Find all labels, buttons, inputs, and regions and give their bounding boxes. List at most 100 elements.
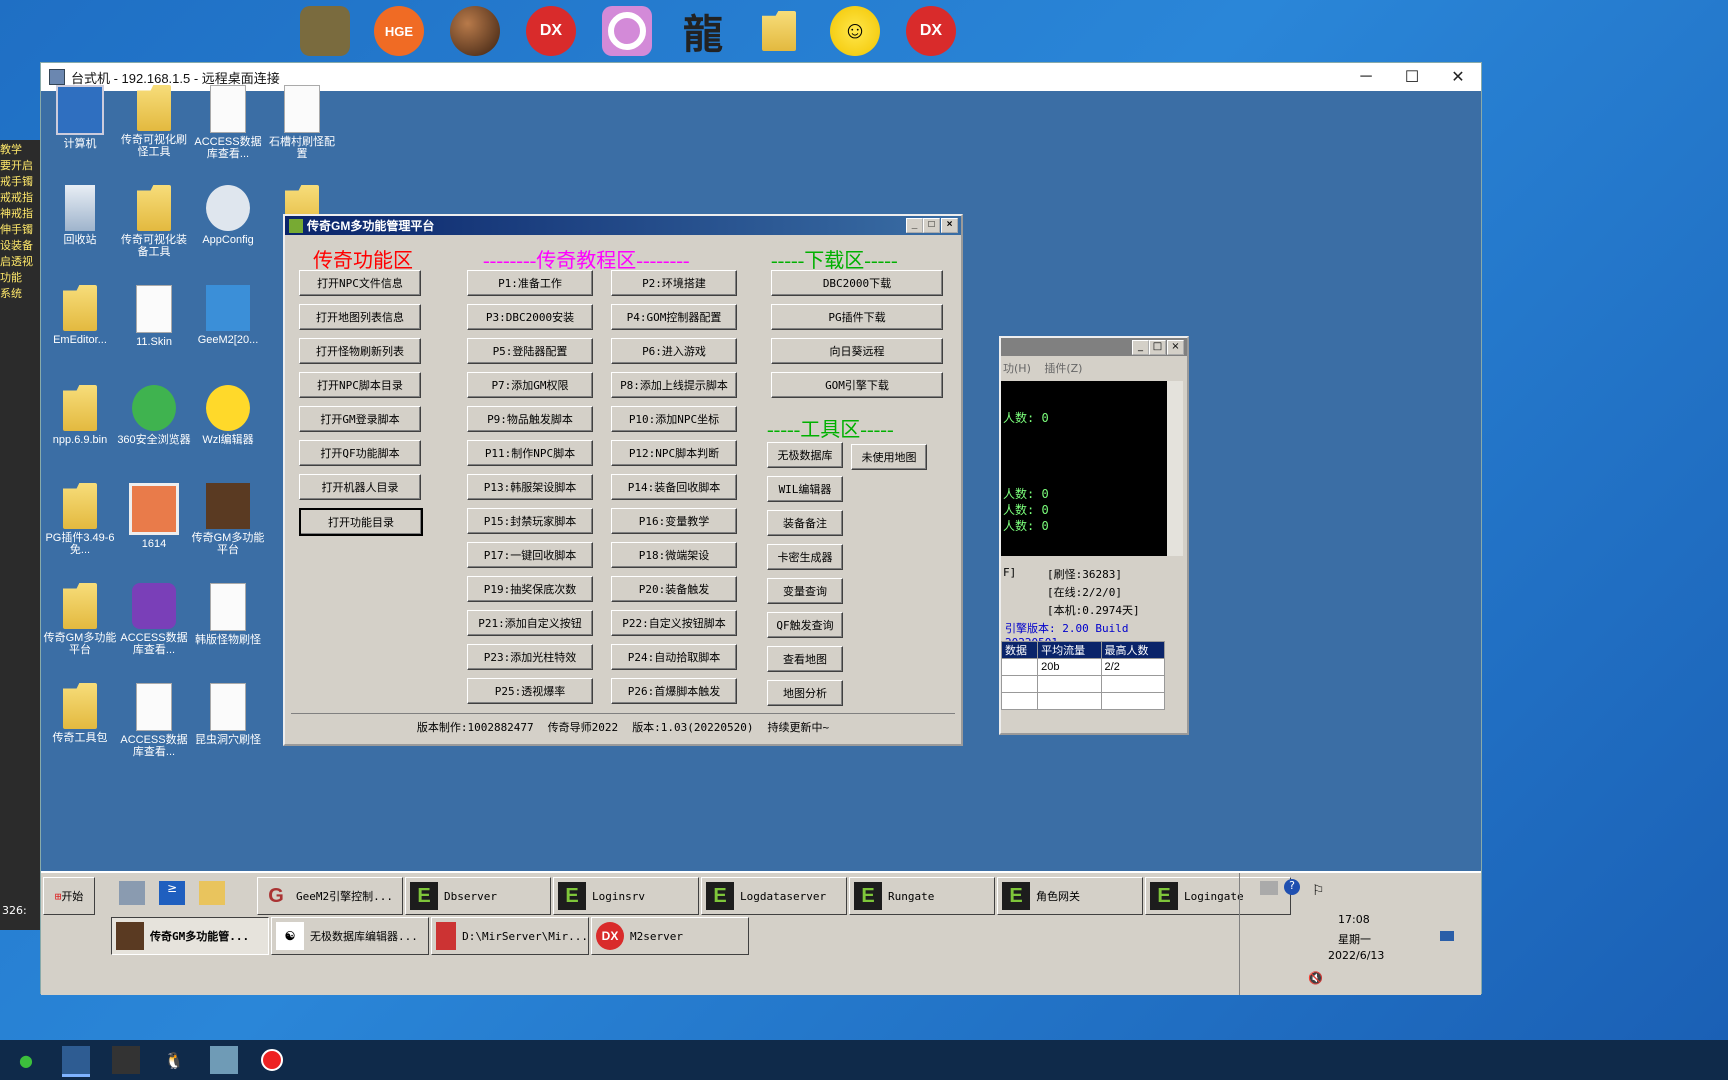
taskbar-item[interactable]: E Loginsrv [553, 877, 699, 915]
desktop-icon[interactable]: 韩版怪物刷怪 [191, 583, 265, 646]
tutorial-button[interactable]: P23:添加光柱特效 [467, 644, 593, 670]
game-menu-line[interactable]: 设装备 [0, 238, 40, 254]
tutorial-button[interactable]: P19:抽奖保底次数 [467, 576, 593, 602]
m2-maximize-button[interactable]: □ [1149, 340, 1166, 355]
tutorial-button[interactable]: P15:封禁玩家脚本 [467, 508, 593, 534]
desktop-icon[interactable]: ACCESS数据库查看... [117, 683, 191, 758]
tutorial-button[interactable]: P10:添加NPC坐标 [611, 406, 737, 432]
tool-button[interactable]: 未使用地图 [851, 444, 927, 470]
taskbar-item[interactable]: ☯ 无极数据库编辑器... [271, 917, 429, 955]
record-icon[interactable] [258, 1046, 286, 1074]
func-button[interactable]: 打开地图列表信息 [299, 304, 421, 330]
flag-icon[interactable]: ⚐ [1312, 883, 1325, 899]
download-button[interactable]: DBC2000下载 [771, 270, 943, 296]
game-menu-line[interactable]: 启透视 [0, 254, 40, 270]
game-menu-line[interactable]: 戒手镯 [0, 174, 40, 190]
tutorial-button[interactable]: P26:首爆脚本触发 [611, 678, 737, 704]
tool-button[interactable]: 装备备注 [767, 510, 843, 536]
tool-button[interactable]: 卡密生成器 [767, 544, 843, 570]
tutorial-button[interactable]: P9:物品触发脚本 [467, 406, 593, 432]
func-button[interactable]: 打开功能目录 [299, 508, 423, 536]
taskbar-item[interactable]: G GeeM2引擎控制... [257, 877, 403, 915]
dx-icon[interactable]: DX [526, 6, 576, 56]
desktop-icon[interactable]: 360安全浏览器 [117, 385, 191, 446]
desktop-icon[interactable]: 传奇GM多功能平台 [43, 583, 117, 656]
desktop-icon[interactable]: 11.Skin [117, 285, 191, 348]
folder-icon[interactable] [754, 6, 804, 56]
notes-icon[interactable] [210, 1046, 238, 1074]
tool-button[interactable]: WIL编辑器 [767, 476, 843, 502]
tool-button[interactable]: 地图分析 [767, 680, 843, 706]
tutorial-button[interactable]: P20:装备触发 [611, 576, 737, 602]
desktop-icon[interactable]: ACCESS数据库查看... [191, 85, 265, 160]
desktop-icon[interactable]: 计算机 [43, 85, 117, 150]
ring-icon[interactable] [602, 6, 652, 56]
tutorial-button[interactable]: P22:自定义按钮脚本 [611, 610, 737, 636]
tool-button[interactable]: QF触发查询 [767, 612, 843, 638]
game-menu-line[interactable]: 戒戒指 [0, 190, 40, 206]
desktop-icon[interactable]: 1614 [117, 483, 191, 550]
game-menu-line[interactable]: 神戒指 [0, 206, 40, 222]
m2-minimize-button[interactable]: _ [1132, 340, 1149, 355]
volume-muted-icon[interactable]: 🔇 [1308, 971, 1323, 985]
tutorial-button[interactable]: P3:DBC2000安装 [467, 304, 593, 330]
desktop-icon[interactable]: 传奇可视化刷怪工具 [117, 85, 191, 158]
desktop-icon[interactable]: PG插件3.49-6免... [43, 483, 117, 556]
desktop-icon[interactable]: ACCESS数据库查看... [117, 583, 191, 656]
func-button[interactable]: 打开机器人目录 [299, 474, 421, 500]
gm-titlebar[interactable]: 传奇GM多功能管理平台 _ □ × [285, 216, 961, 235]
game-menu-line[interactable]: 功能 [0, 270, 40, 286]
taskbar-item[interactable]: E Dbserver [405, 877, 551, 915]
quicklaunch-computer-icon[interactable] [119, 881, 145, 905]
printer-icon[interactable] [1260, 881, 1278, 895]
qq-icon[interactable]: 🐧 [160, 1046, 188, 1074]
desktop-icon[interactable]: Wzl编辑器 [191, 385, 265, 446]
tutorial-button[interactable]: P24:自动拾取脚本 [611, 644, 737, 670]
taskbar-item[interactable]: 传奇GM多功能管... [111, 917, 269, 955]
download-button[interactable]: 向日葵远程 [771, 338, 943, 364]
tool-button[interactable]: 无极数据库 [767, 442, 843, 468]
network-icon[interactable] [1440, 931, 1454, 941]
desktop-icon[interactable]: EmEditor... [43, 285, 117, 346]
smiley-icon[interactable]: ☺ [830, 6, 880, 56]
game-menu-line[interactable]: 教学 [0, 142, 40, 158]
tool-button[interactable]: 变量查询 [767, 578, 843, 604]
hge-icon[interactable]: HGE [374, 6, 424, 56]
tutorial-button[interactable]: P18:微端架设 [611, 542, 737, 568]
tutorial-button[interactable]: P17:一键回收脚本 [467, 542, 593, 568]
quicklaunch-explorer-icon[interactable] [199, 881, 225, 905]
m2-titlebar[interactable]: _ □ × [1001, 338, 1187, 356]
menu-item[interactable]: 功(H) [1003, 362, 1031, 375]
gm-minimize-button[interactable]: _ [906, 218, 923, 233]
download-button[interactable]: GOM引擎下载 [771, 372, 943, 398]
desktop-icon[interactable]: 传奇GM多功能平台 [191, 483, 265, 556]
taskbar-item[interactable]: E 角色网关 [997, 877, 1143, 915]
dragon-icon[interactable]: 龍 [678, 6, 728, 58]
taskbar-item[interactable]: E Rungate [849, 877, 995, 915]
gm-maximize-button[interactable]: □ [923, 218, 940, 233]
desktop-icon[interactable]: 回收站 [43, 185, 117, 246]
desktop-icon[interactable]: 传奇工具包 [43, 683, 117, 744]
desktop-icon[interactable]: 传奇可视化装备工具 [117, 185, 191, 258]
m2-close-button[interactable]: × [1167, 340, 1184, 355]
game-icon[interactable] [112, 1046, 140, 1074]
help-icon[interactable]: ? [1284, 879, 1300, 895]
taskbar-item[interactable]: DX M2server [591, 917, 749, 955]
desktop-icon[interactable]: AppConfig [191, 185, 265, 246]
wechat-icon[interactable]: ● [12, 1046, 40, 1074]
download-button[interactable]: PG插件下载 [771, 304, 943, 330]
ball-icon[interactable] [450, 6, 500, 56]
tutorial-button[interactable]: P13:韩服架设脚本 [467, 474, 593, 500]
tool-button[interactable]: 查看地图 [767, 646, 843, 672]
tutorial-button[interactable]: P8:添加上线提示脚本 [611, 372, 737, 398]
minimize-button[interactable]: ─ [1343, 63, 1389, 91]
gm-close-button[interactable]: × [941, 218, 958, 233]
tutorial-button[interactable]: P5:登陆器配置 [467, 338, 593, 364]
func-button[interactable]: 打开GM登录脚本 [299, 406, 421, 432]
func-button[interactable]: 打开怪物刷新列表 [299, 338, 421, 364]
tutorial-button[interactable]: P16:变量教学 [611, 508, 737, 534]
tutorial-button[interactable]: P11:制作NPC脚本 [467, 440, 593, 466]
rdp-icon[interactable] [62, 1046, 90, 1077]
desktop-icon[interactable]: GeeM2[20... [191, 285, 265, 346]
dx-icon[interactable]: DX [906, 6, 956, 56]
